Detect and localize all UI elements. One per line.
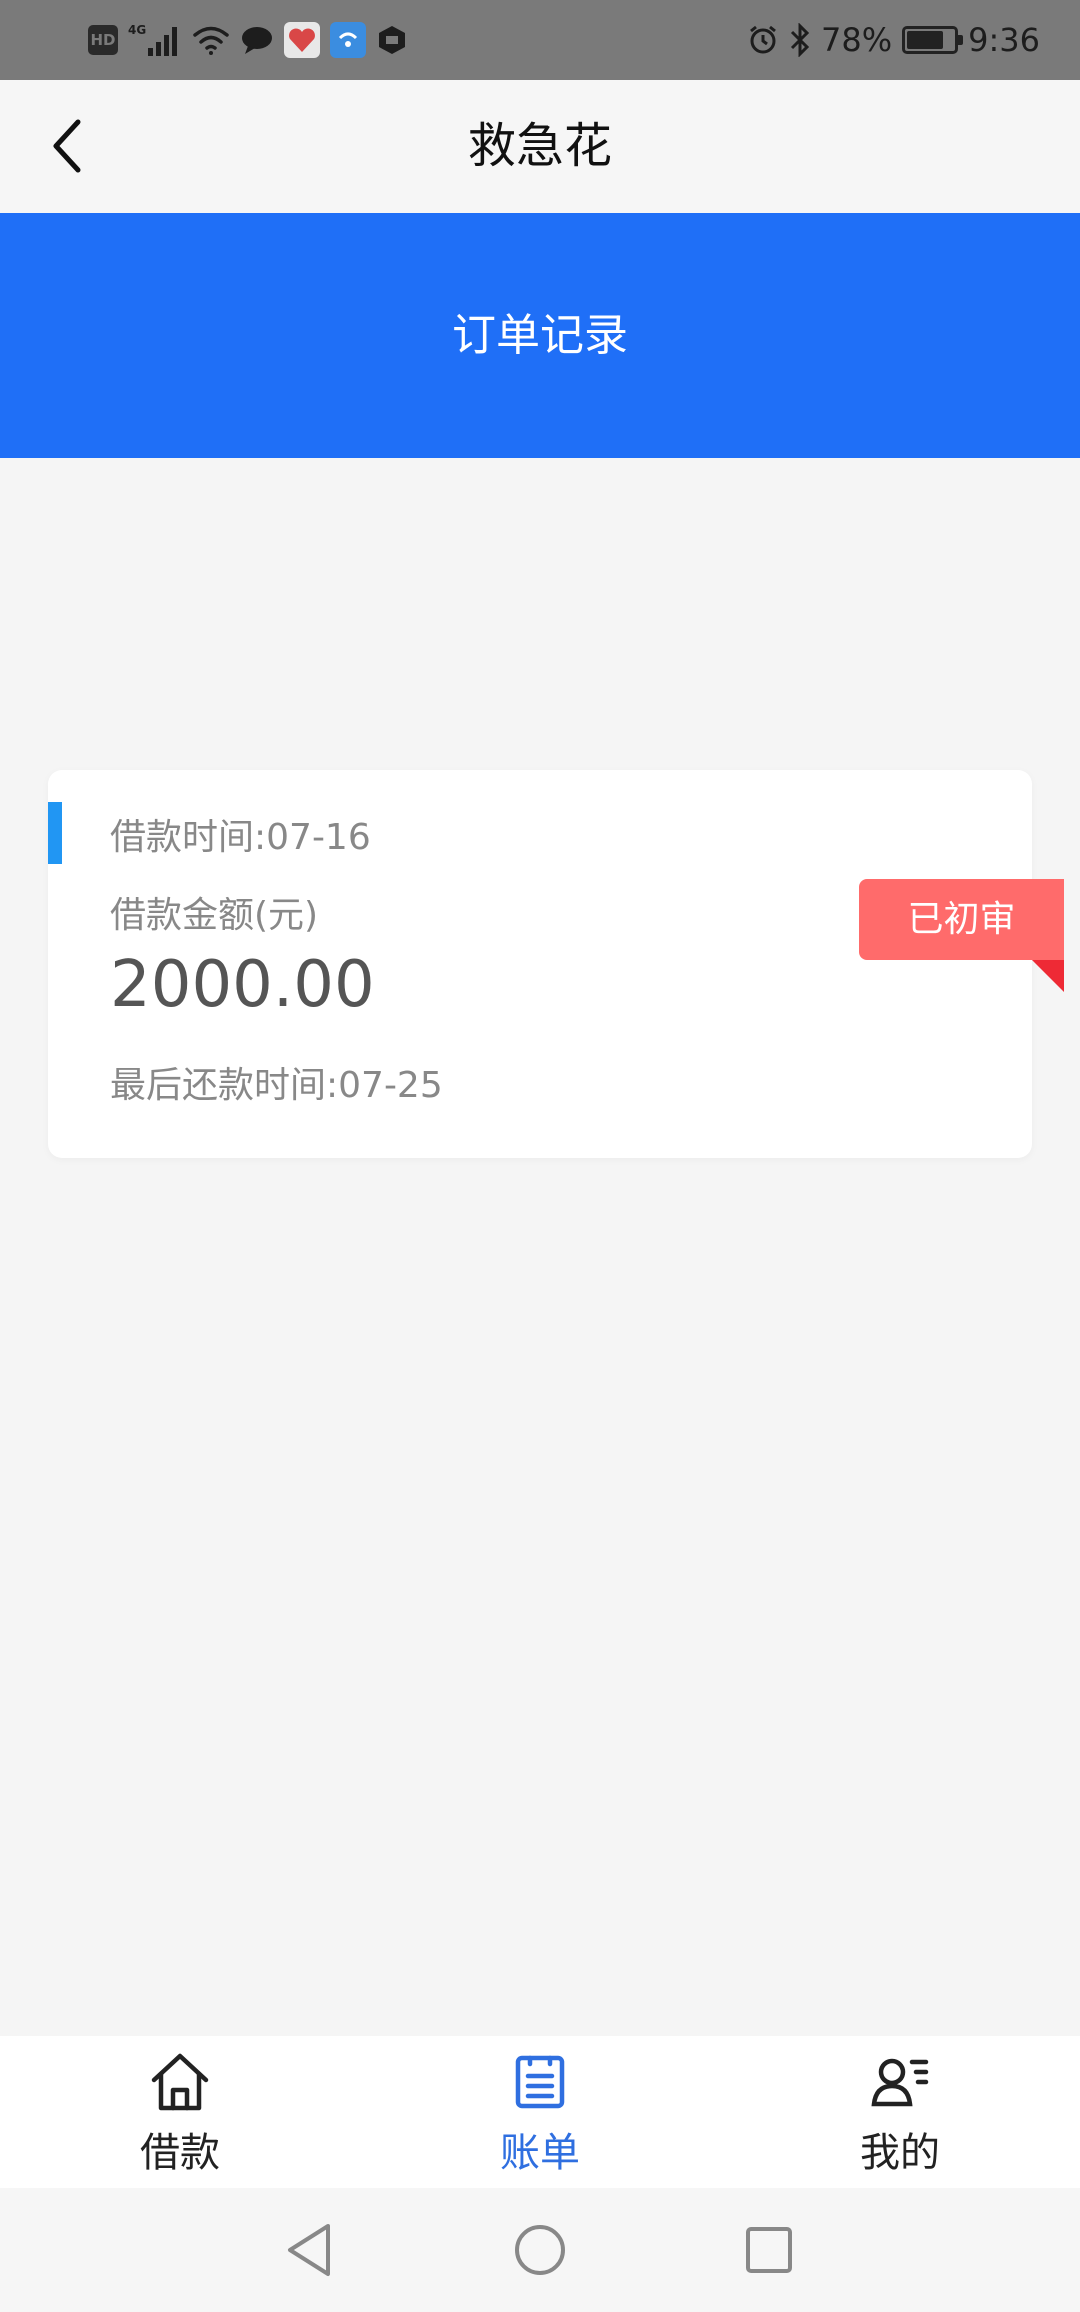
app-wifi-icon — [330, 22, 366, 58]
status-icons-right: 78% 9:36 — [747, 18, 1040, 62]
alarm-icon — [747, 24, 779, 56]
clock: 9:36 — [968, 21, 1040, 59]
system-nav-bar — [0, 2188, 1080, 2312]
home-icon — [144, 2046, 216, 2118]
order-card[interactable]: 借款时间:07-16 借款金额(元) 2000.00 最后还款时间:07-25 — [48, 770, 1032, 1158]
status-badge: 已初审 — [859, 879, 1064, 960]
loan-amount-value: 2000.00 — [110, 948, 375, 1022]
system-back-button[interactable] — [276, 2216, 344, 2284]
page-title: 救急花 — [467, 118, 612, 174]
tab-bill[interactable]: 账单 — [360, 2036, 720, 2188]
back-triangle-icon — [288, 2224, 330, 2276]
bill-icon — [504, 2046, 576, 2118]
repayment-due-time: 最后还款时间:07-25 — [110, 1065, 443, 1106]
header-banner: 订单记录 — [0, 213, 1080, 458]
svg-text:4G: 4G — [128, 23, 146, 37]
system-home-button[interactable] — [506, 2216, 574, 2284]
battery-percent: 78% — [821, 21, 893, 59]
banner-title: 订单记录 — [452, 310, 628, 361]
status-badge-fold — [1032, 960, 1064, 992]
tab-mine[interactable]: 我的 — [720, 2036, 1080, 2188]
system-recents-button[interactable] — [735, 2216, 803, 2284]
hd-icon: HD — [88, 25, 118, 55]
bluetooth-icon — [789, 23, 811, 57]
bottom-tab-bar: 借款 账单 我的 — [0, 2036, 1080, 2188]
tab-loan[interactable]: 借款 — [0, 2036, 360, 2188]
wifi-icon — [192, 24, 230, 56]
card-accent-bar — [48, 802, 62, 864]
loan-amount-label: 借款金额(元) — [110, 895, 319, 936]
status-icons-left: HD 4G — [88, 18, 408, 62]
tab-loan-label: 借款 — [140, 2130, 220, 2176]
tab-mine-label: 我的 — [860, 2130, 940, 2176]
signal-4g-icon: 4G — [128, 22, 182, 58]
profile-icon — [864, 2046, 936, 2118]
tab-bill-label: 账单 — [500, 2130, 580, 2176]
app-heart-icon — [284, 22, 320, 58]
status-bar: HD 4G 78% 9:36 — [0, 0, 1080, 80]
loan-time: 借款时间:07-16 — [110, 817, 371, 858]
nav-bar: 救急花 — [0, 80, 1080, 213]
app-box-icon — [376, 24, 408, 56]
recents-square-icon — [746, 2227, 792, 2273]
home-circle-icon — [515, 2225, 565, 2275]
chat-icon — [240, 25, 274, 55]
battery-icon — [902, 26, 964, 54]
